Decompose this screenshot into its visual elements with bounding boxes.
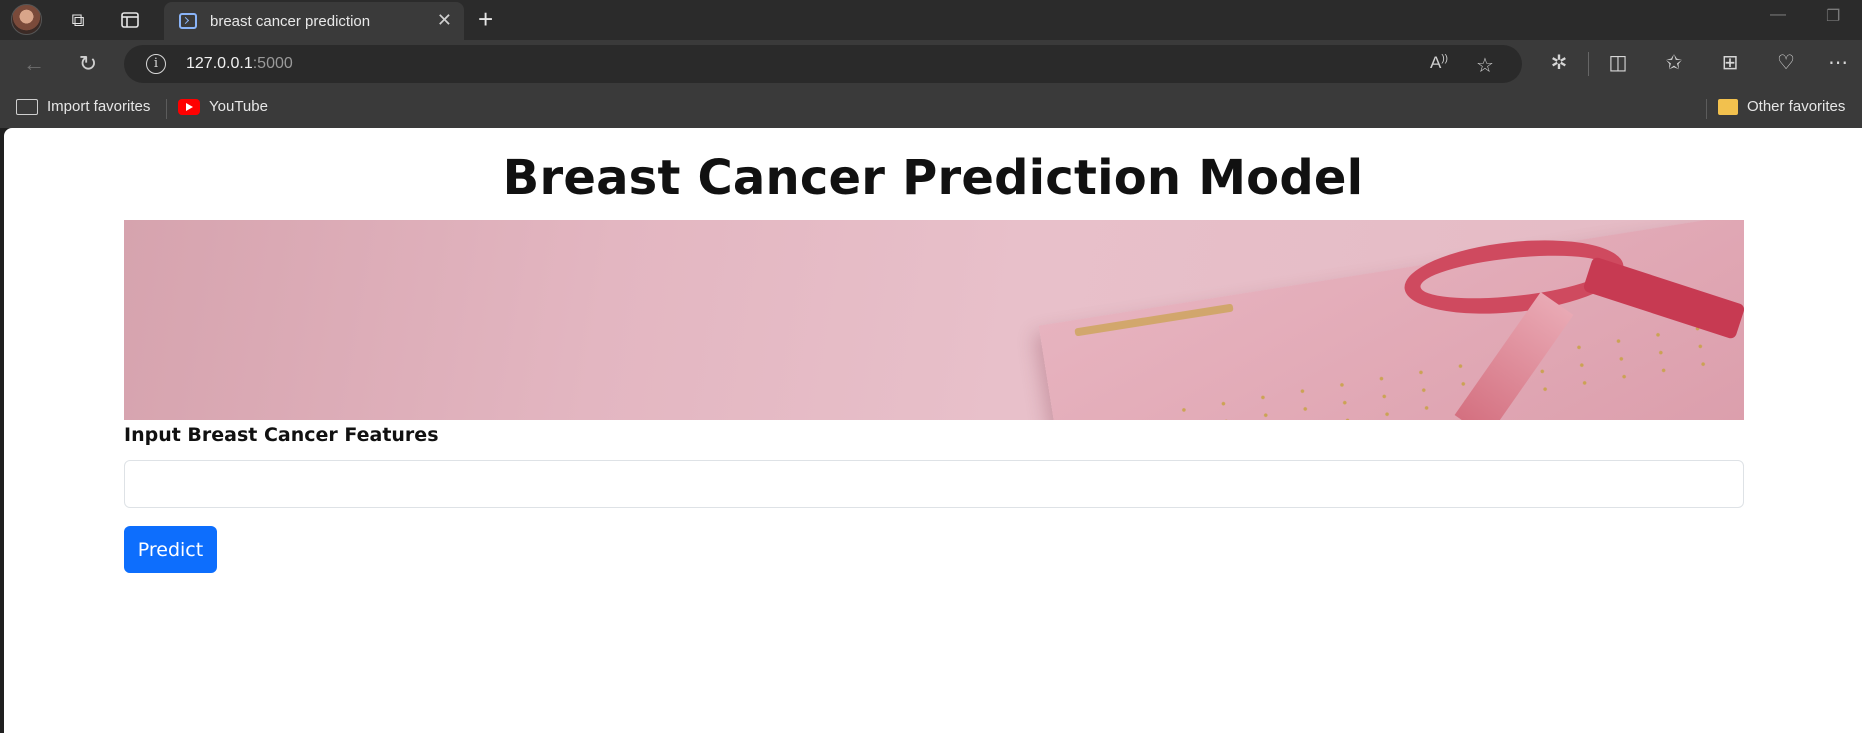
refresh-icon[interactable]: ↻ — [74, 50, 102, 78]
active-tab[interactable]: breast cancer prediction ✕ — [164, 2, 464, 40]
extensions-icon[interactable]: ✲ — [1545, 50, 1573, 75]
favorites-divider — [166, 99, 167, 119]
predict-button[interactable]: Predict — [124, 526, 217, 573]
address-bar[interactable]: i 127.0.0.1:5000 A)) ☆ — [124, 45, 1522, 83]
vertical-tabs-icon[interactable] — [116, 4, 144, 36]
youtube-icon — [178, 98, 200, 115]
site-info-icon[interactable]: i — [146, 54, 166, 74]
toolbar-divider — [1588, 52, 1589, 76]
import-folder-icon — [16, 98, 38, 115]
restore-icon[interactable]: ❐ — [1826, 6, 1840, 26]
banner-image — [124, 220, 1744, 420]
terminal-favicon-icon — [179, 13, 197, 29]
features-input[interactable] — [124, 460, 1744, 508]
favorite-star-icon[interactable]: ☆ — [1476, 53, 1494, 78]
profile-avatar[interactable] — [11, 4, 42, 35]
favorites-list-icon[interactable]: ✩ — [1660, 50, 1688, 75]
read-aloud-icon[interactable]: A)) — [1430, 53, 1448, 73]
other-favorites-label: Other favorites — [1747, 98, 1846, 115]
more-options-icon[interactable]: ⋯ — [1824, 50, 1852, 75]
favorites-divider — [1706, 99, 1707, 119]
page-title: Breast Cancer Prediction Model — [502, 150, 1364, 206]
page-viewport: Breast Cancer Prediction Model Input Bre… — [4, 128, 1862, 733]
minimize-icon[interactable]: — — [1770, 6, 1786, 24]
favorite-import-label: Import favorites — [47, 98, 151, 115]
url-text[interactable]: 127.0.0.1:5000 — [186, 55, 293, 73]
favorite-youtube-label: YouTube — [209, 98, 268, 115]
title-bar: ⧉ breast cancer prediction ✕ + — ❐ — [0, 0, 1862, 40]
new-tab-button[interactable]: + — [478, 4, 493, 35]
workspaces-icon[interactable]: ⧉ — [64, 4, 92, 36]
address-toolbar: ← ↻ i 127.0.0.1:5000 A)) ☆ ✲ ◫ ✩ ⊞ ♡ ⋯ — [0, 40, 1862, 88]
tab-title: breast cancer prediction — [210, 13, 371, 30]
url-host: 127.0.0.1 — [186, 55, 253, 72]
favorite-youtube[interactable]: YouTube — [178, 98, 268, 115]
favorite-import[interactable]: Import favorites — [16, 98, 150, 115]
back-arrow-icon[interactable]: ← — [20, 50, 48, 78]
split-screen-icon[interactable]: ◫ — [1604, 50, 1632, 75]
browser-essentials-icon[interactable]: ♡ — [1772, 50, 1800, 75]
close-tab-icon[interactable]: ✕ — [437, 10, 452, 31]
collections-icon[interactable]: ⊞ — [1716, 50, 1744, 75]
url-port: :5000 — [252, 55, 293, 72]
folder-icon — [1718, 98, 1738, 115]
features-label: Input Breast Cancer Features — [124, 424, 439, 446]
favorites-bar: Import favorites YouTube Other favorites — [0, 88, 1862, 128]
other-favorites[interactable]: Other favorites — [1718, 98, 1845, 115]
